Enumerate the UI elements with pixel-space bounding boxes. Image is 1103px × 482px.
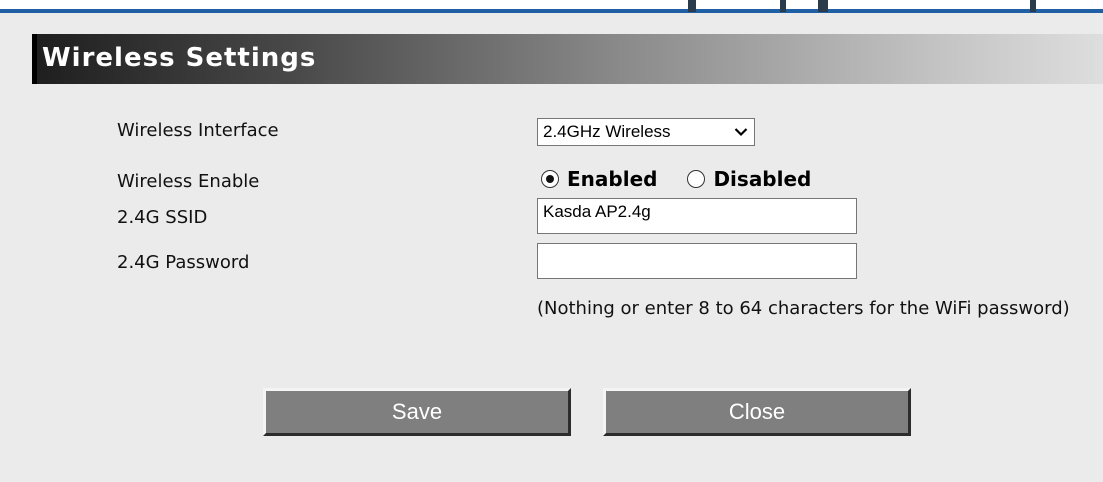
banner-segment xyxy=(780,0,786,12)
chevron-down-icon xyxy=(728,127,754,137)
wireless-interface-selected-value: 2.4GHz Wireless xyxy=(543,122,671,141)
banner-segment xyxy=(1030,0,1036,12)
password-label: 2.4G Password xyxy=(117,252,250,273)
page-title: Wireless Settings xyxy=(42,43,317,73)
password-input[interactable] xyxy=(537,243,857,279)
banner-segment xyxy=(818,0,828,12)
wireless-interface-label: Wireless Interface xyxy=(117,120,279,141)
ssid-input[interactable] xyxy=(537,198,857,234)
password-hint: (Nothing or enter 8 to 64 characters for… xyxy=(537,298,1070,319)
ssid-label: 2.4G SSID xyxy=(117,207,208,228)
top-divider-line xyxy=(0,9,1103,13)
wireless-enable-radio-group: Enabled Disabled xyxy=(541,165,811,193)
top-banner xyxy=(0,0,1103,13)
save-button[interactable]: Save xyxy=(263,388,571,436)
disabled-radio-label: Disabled xyxy=(713,167,812,191)
enabled-radio-label: Enabled xyxy=(567,167,658,191)
disabled-option[interactable]: Disabled xyxy=(687,167,811,191)
close-button[interactable]: Close xyxy=(603,388,911,436)
enabled-option[interactable]: Enabled xyxy=(541,167,657,191)
header-accent xyxy=(32,34,37,84)
wireless-enable-label: Wireless Enable xyxy=(117,171,260,192)
banner-segment xyxy=(688,0,696,12)
wireless-interface-select[interactable]: 2.4GHz Wireless xyxy=(537,118,755,146)
enabled-radio[interactable] xyxy=(541,170,559,188)
disabled-radio[interactable] xyxy=(687,170,706,188)
